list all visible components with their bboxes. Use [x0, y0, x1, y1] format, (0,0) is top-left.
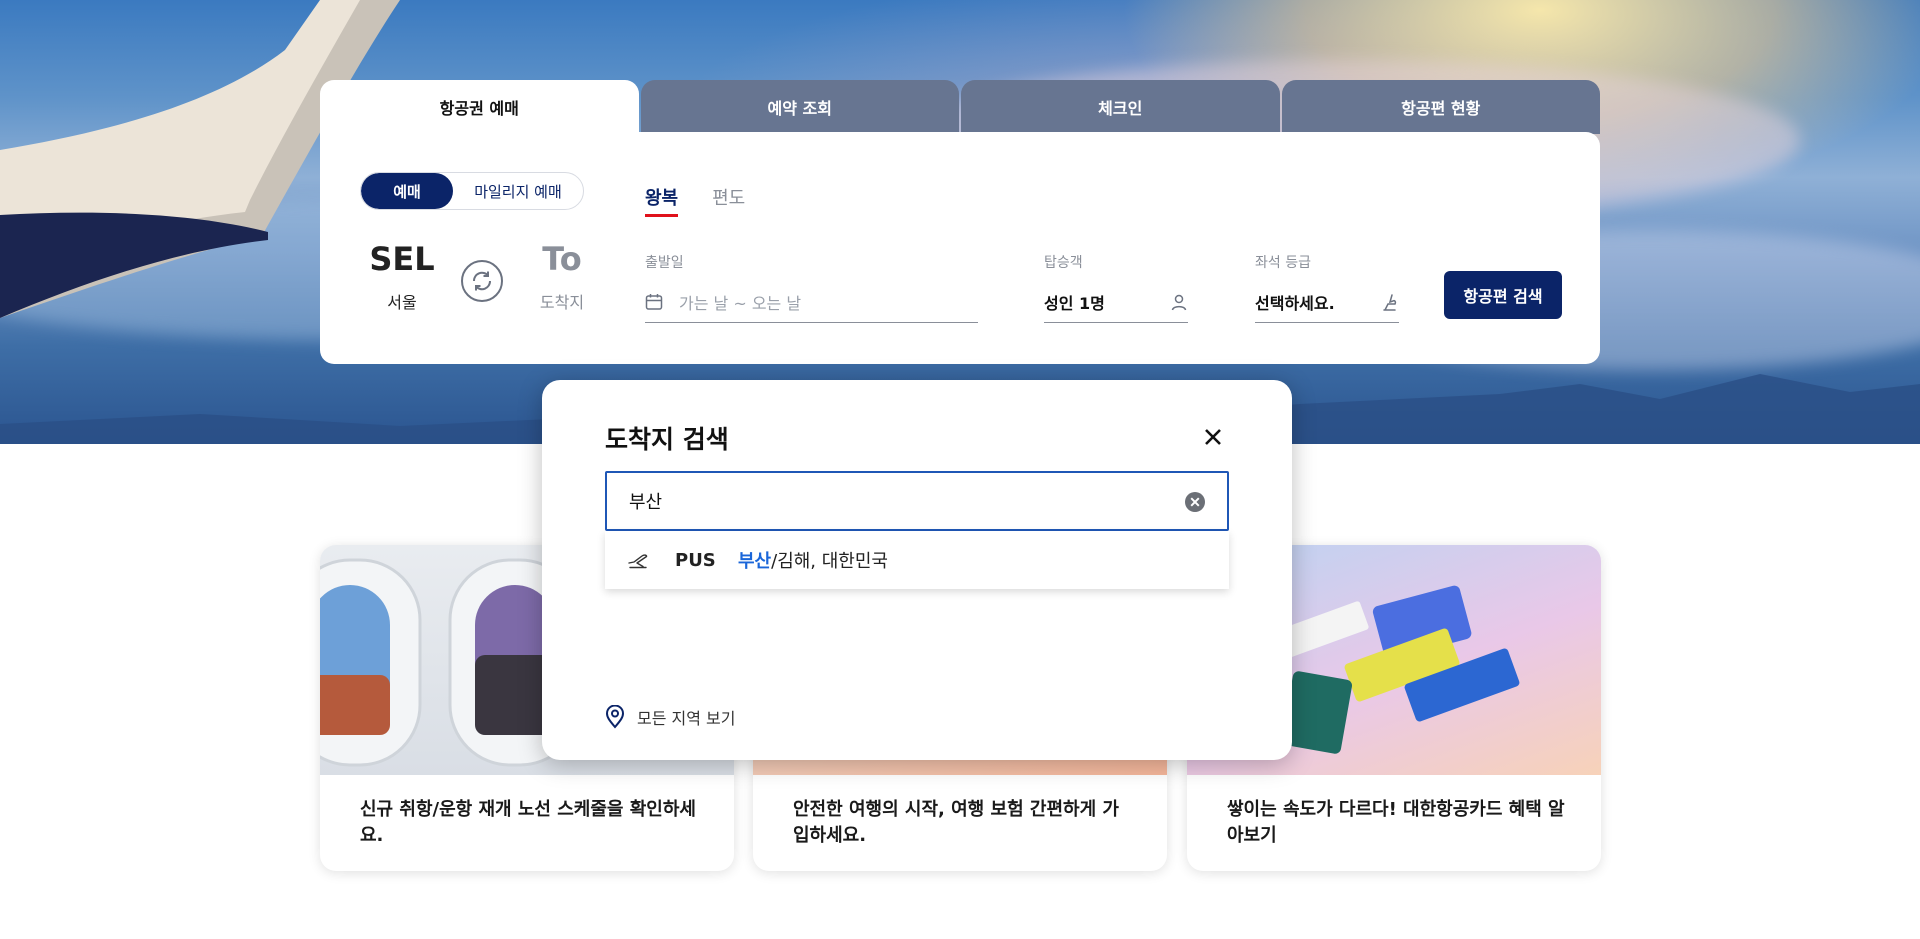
location-pin-icon [605, 705, 625, 729]
modal-title: 도착지 검색 [605, 425, 729, 454]
result-airport-name: 부산/김해, 대한민국 [738, 547, 888, 573]
departure-date-placeholder: 가는 날 ~ 오는 날 [679, 293, 802, 313]
booking-type-toggle: 예매 마일리지 예매 [360, 172, 584, 210]
trip-one-way[interactable]: 편도 [712, 184, 745, 217]
tab-reservation-lookup[interactable]: 예약 조회 [640, 80, 959, 134]
trip-type-tabs: 왕복 편도 [645, 184, 745, 217]
promo-card-caption: 안전한 여행의 시작, 여행 보험 간편하게 가입하세요. [793, 799, 1119, 846]
tab-check-in[interactable]: 체크인 [961, 80, 1280, 134]
person-icon [1171, 294, 1187, 310]
destination-code[interactable]: To [512, 240, 612, 278]
result-airport-code: PUS [675, 549, 716, 571]
origin-code[interactable]: SEL [352, 240, 452, 278]
tab-flight-status[interactable]: 항공편 현황 [1281, 80, 1600, 134]
departure-date-label: 출발일 [645, 255, 684, 271]
destination-search-query: 부산 [629, 492, 663, 513]
passengers-value: 성인 1명 [1044, 293, 1105, 313]
cabin-class-label: 좌석 등급 [1255, 255, 1311, 271]
destination-search-modal: 도착지 검색 부산 PUS 부산/김해, 대한민국 모든 지역 보기 [542, 380, 1292, 760]
view-all-regions-label: 모든 지역 보기 [637, 709, 736, 728]
booking-tabs: 항공권 예매 예약 조회 체크인 항공편 현황 [320, 80, 1600, 134]
clear-icon[interactable] [1184, 491, 1206, 513]
seat-icon [1383, 293, 1397, 311]
passengers-label: 탑승객 [1044, 255, 1083, 271]
booking-type-mileage[interactable]: 마일리지 예매 [453, 173, 583, 209]
destination-city: 도착지 [539, 293, 585, 312]
promo-card-caption: 쌓이는 속도가 다르다! 대한항공카드 혜택 알아보기 [1227, 799, 1565, 846]
cabin-class-value: 선택하세요. [1255, 293, 1335, 313]
result-highlight: 부산 [738, 551, 772, 572]
passengers-field[interactable]: 성인 1명 [1044, 281, 1188, 323]
flight-search-button[interactable]: 항공편 검색 [1444, 271, 1562, 319]
cabin-class-field[interactable]: 선택하세요. [1255, 281, 1399, 323]
tab-flight-booking[interactable]: 항공권 예매 [320, 80, 639, 134]
departure-date-field[interactable]: 가는 날 ~ 오는 날 [645, 281, 978, 323]
view-all-regions-link[interactable]: 모든 지역 보기 [605, 705, 736, 729]
booking-type-standard[interactable]: 예매 [361, 173, 453, 209]
booking-panel: 예매 마일리지 예매 왕복 편도 SEL 서울 To 도착지 출발일 가는 날 … [320, 132, 1600, 364]
calendar-icon [645, 293, 663, 310]
result-rest: /김해, 대한민국 [771, 551, 888, 572]
close-icon[interactable] [1200, 424, 1226, 450]
search-result-item[interactable]: PUS 부산/김해, 대한민국 [605, 531, 1229, 589]
promo-card-caption: 신규 취항/운항 재개 노선 스케줄을 확인하세요. [360, 799, 696, 846]
swap-route-button[interactable] [461, 260, 503, 302]
origin-city: 서울 [387, 293, 417, 312]
refresh-swap-icon [472, 271, 492, 291]
departure-plane-icon [628, 554, 648, 569]
trip-round-trip[interactable]: 왕복 [645, 184, 679, 217]
destination-search-input[interactable]: 부산 [605, 471, 1229, 531]
